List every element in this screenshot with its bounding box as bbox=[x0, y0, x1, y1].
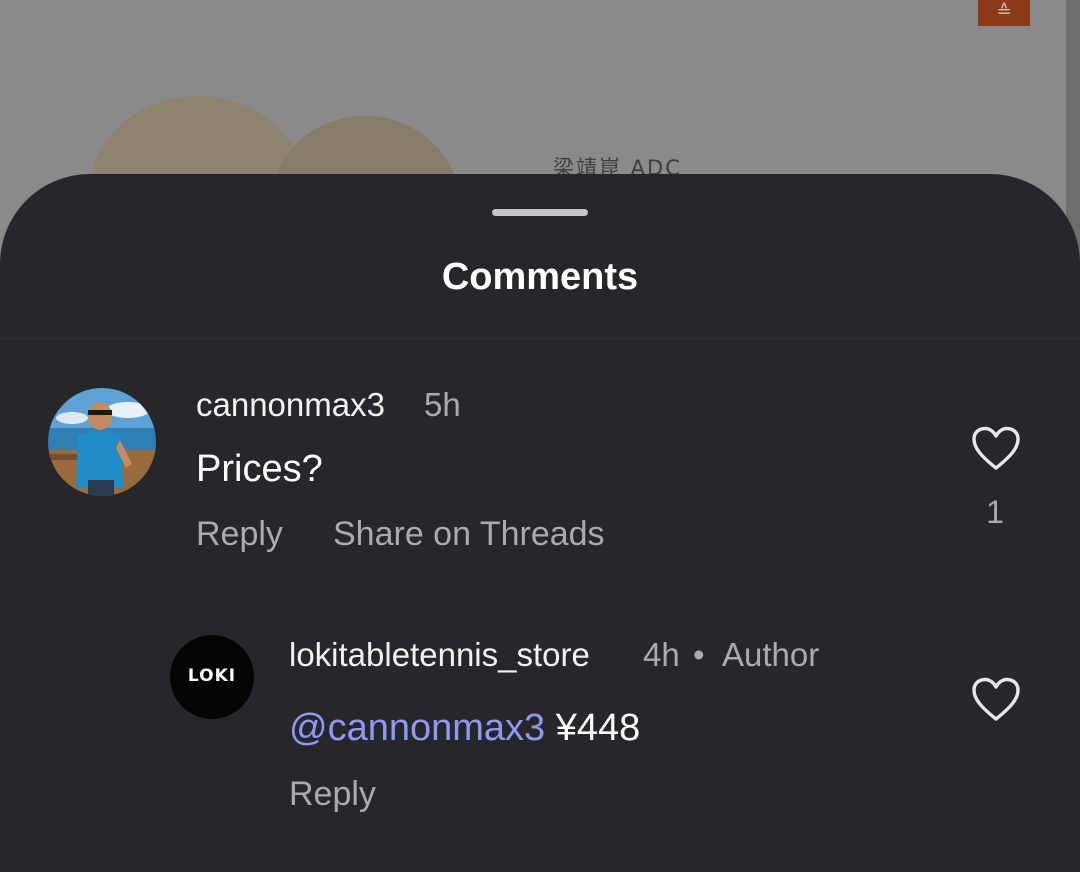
divider bbox=[0, 338, 1080, 339]
comments-sheet: Comments cannonmax3 5h Prices? Reply Sha… bbox=[0, 174, 1080, 872]
like-count: 1 bbox=[986, 494, 1004, 530]
comment-username[interactable]: cannonmax3 bbox=[196, 386, 385, 424]
collapse-icon[interactable]: ≙ bbox=[978, 0, 1030, 26]
author-badge: Author bbox=[722, 636, 820, 673]
separator-dot: • bbox=[693, 636, 705, 673]
comment-text: Prices? bbox=[196, 448, 323, 490]
comment-time: 5h bbox=[424, 386, 461, 423]
reply-button[interactable]: Reply bbox=[289, 775, 376, 814]
reply-button[interactable]: Reply bbox=[196, 515, 283, 554]
loki-logo-avatar: LOKI bbox=[187, 666, 237, 686]
drag-handle[interactable] bbox=[492, 209, 588, 216]
mention-link[interactable]: @cannonmax3 bbox=[289, 707, 545, 749]
comment-username[interactable]: lokitabletennis_store bbox=[289, 636, 590, 674]
sheet-title: Comments bbox=[441, 256, 639, 298]
comment-time: 4h bbox=[643, 636, 680, 673]
comment-text: @cannonmax3 ¥448 bbox=[289, 707, 640, 750]
user-photo-avatar bbox=[48, 388, 156, 496]
comment-price: ¥448 bbox=[545, 707, 641, 749]
share-on-threads-button[interactable]: Share on Threads bbox=[333, 515, 605, 554]
store-avatar[interactable]: LOKI bbox=[170, 635, 254, 719]
user-avatar[interactable] bbox=[48, 388, 156, 496]
heart-icon[interactable] bbox=[971, 677, 1021, 723]
heart-icon[interactable] bbox=[971, 426, 1021, 472]
